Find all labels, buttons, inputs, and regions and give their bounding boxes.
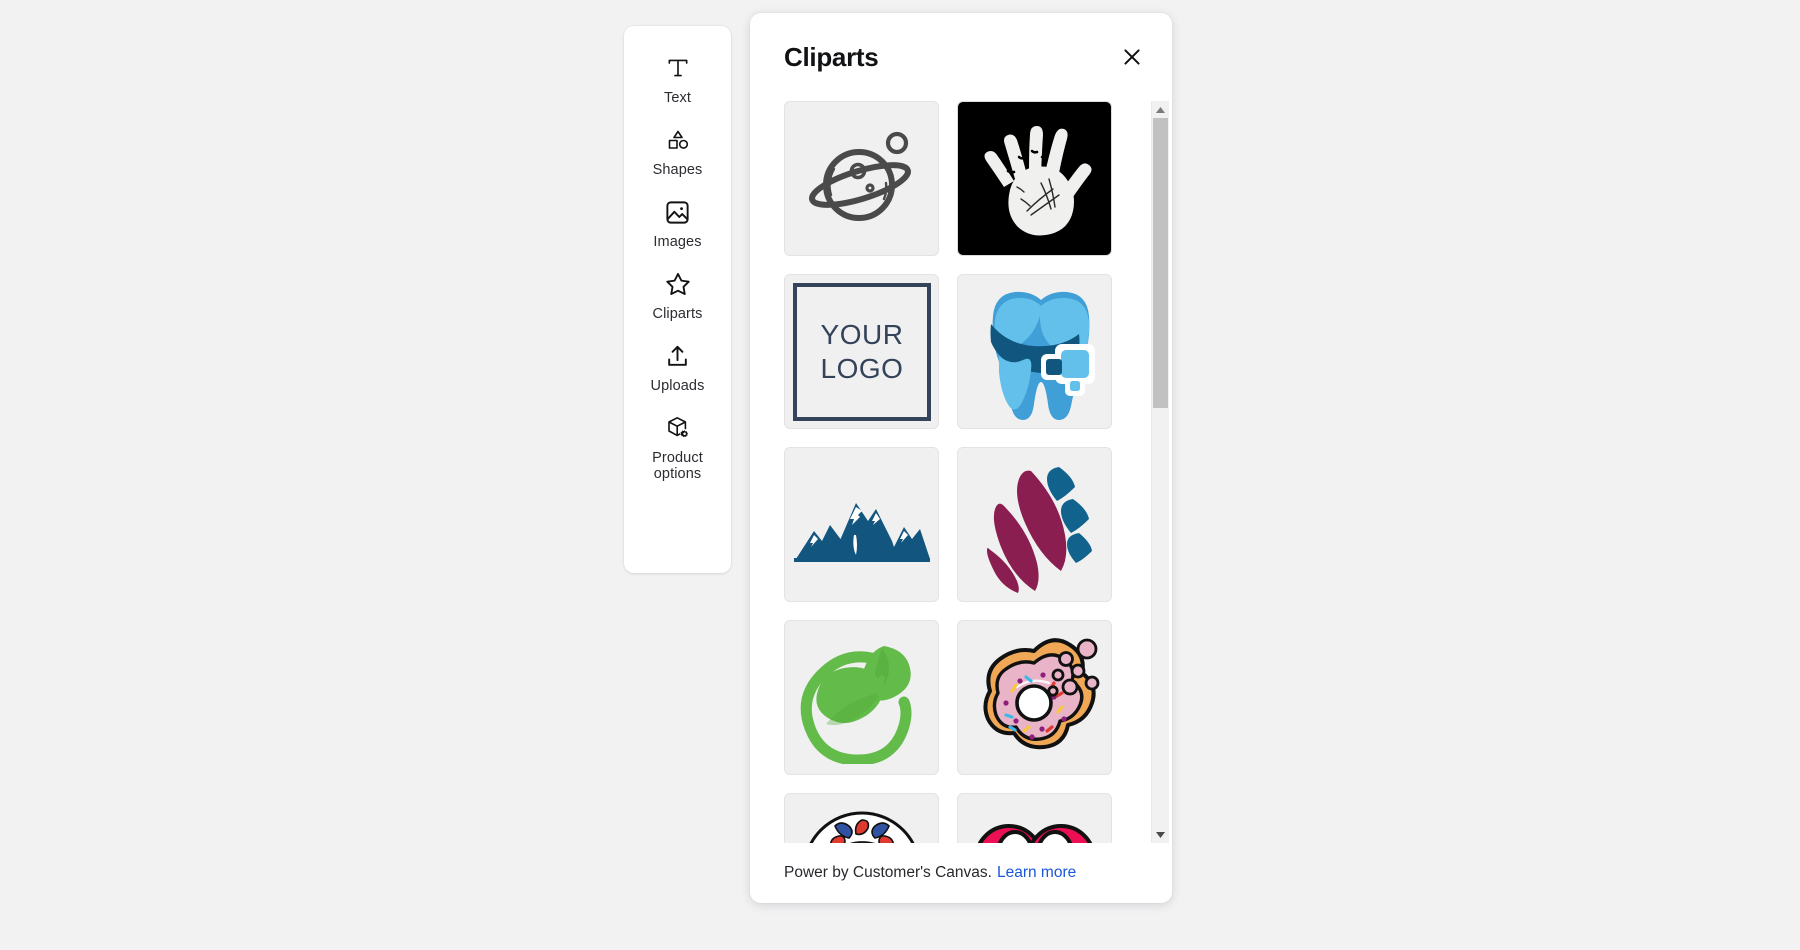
cliparts-grid-area: YOUR LOGO: [750, 101, 1172, 843]
clipart-tile-planet-saturn[interactable]: [784, 101, 939, 256]
planet-saturn-icon: [800, 117, 924, 241]
sidebar-item-uploads[interactable]: Uploads: [624, 332, 731, 404]
sidebar-item-label: Product options: [652, 450, 703, 482]
modal-header: Cliparts: [750, 13, 1172, 101]
sidebar-item-label: Shapes: [652, 162, 703, 178]
blue-mountains-icon: [792, 479, 932, 571]
vertical-scrollbar[interactable]: [1151, 101, 1169, 844]
footer-credit-text: Power by Customer's Canvas.: [784, 864, 992, 881]
maroon-blue-leaf-icon: [975, 457, 1095, 593]
floral-rose-mandala-icon: [799, 808, 925, 843]
sidebar-item-label: Cliparts: [652, 306, 703, 322]
sidebar-item-cliparts[interactable]: Cliparts: [624, 260, 731, 332]
white-handprint-icon: [971, 115, 1099, 243]
green-leaf-circle-icon: [796, 632, 928, 764]
page-title: Cliparts: [784, 41, 879, 72]
cliparts-modal: Cliparts YOUR LOGO Power by Customer's C…: [750, 13, 1172, 903]
clipart-tile-white-handprint[interactable]: [957, 101, 1112, 256]
clipart-tile-maroon-blue-leaf[interactable]: [957, 447, 1112, 602]
clipart-tile-floral-rose-mandala[interactable]: [784, 793, 939, 843]
sidebar-item-label: Text: [664, 90, 691, 106]
image-icon: [663, 197, 693, 227]
sidebar-item-label: Uploads: [650, 378, 705, 394]
pink-cartoon-eyes-icon: [974, 807, 1096, 843]
scroll-down-button[interactable]: [1151, 826, 1169, 844]
caret-down-icon: [1155, 826, 1166, 844]
clipart-tile-your-logo-placeholder[interactable]: YOUR LOGO: [784, 274, 939, 429]
close-x-icon: [1120, 45, 1144, 72]
svg-text:YOUR: YOUR: [820, 319, 903, 350]
star-icon: [663, 269, 693, 299]
modal-footer: Power by Customer's Canvas. Learn more: [750, 843, 1172, 903]
scroll-up-button[interactable]: [1151, 101, 1169, 119]
close-button[interactable]: [1114, 40, 1150, 76]
sidebar-item-shapes[interactable]: Shapes: [624, 116, 731, 188]
clipart-tile-pink-donut-sprinkles[interactable]: [957, 620, 1112, 775]
text-t-icon: [663, 53, 693, 83]
cube-gear-icon: [663, 413, 693, 443]
clipart-tile-blue-tooth-dental[interactable]: [957, 274, 1112, 429]
sidebar-item-label: Images: [653, 234, 702, 250]
your-logo-placeholder-icon: YOUR LOGO: [792, 282, 932, 422]
sidebar-item-images[interactable]: Images: [624, 188, 731, 260]
upload-icon: [663, 341, 693, 371]
scrollbar-track[interactable]: [1151, 118, 1169, 826]
cliparts-grid: YOUR LOGO: [784, 101, 1138, 843]
clipart-tile-pink-cartoon-eyes[interactable]: [957, 793, 1112, 843]
cliparts-scroll-container: YOUR LOGO: [750, 101, 1172, 843]
caret-up-icon: [1155, 101, 1166, 119]
clipart-tile-blue-mountains[interactable]: [784, 447, 939, 602]
sidebar-item-text[interactable]: Text: [624, 44, 731, 116]
scrollbar-thumb[interactable]: [1152, 118, 1168, 409]
blue-tooth-dental-icon: [971, 284, 1099, 420]
shapes-icon: [663, 125, 693, 155]
sidebar-item-product-options[interactable]: Product options: [624, 404, 731, 491]
svg-text:LOGO: LOGO: [820, 353, 903, 384]
app-root: Text Shapes Images Cliparts Uploads Prod…: [0, 0, 1800, 950]
learn-more-link[interactable]: Learn more: [997, 864, 1076, 882]
pink-donut-sprinkles-icon: [968, 631, 1102, 765]
clipart-tile-green-leaf-circle[interactable]: [784, 620, 939, 775]
tool-sidebar: Text Shapes Images Cliparts Uploads Prod…: [624, 26, 731, 573]
